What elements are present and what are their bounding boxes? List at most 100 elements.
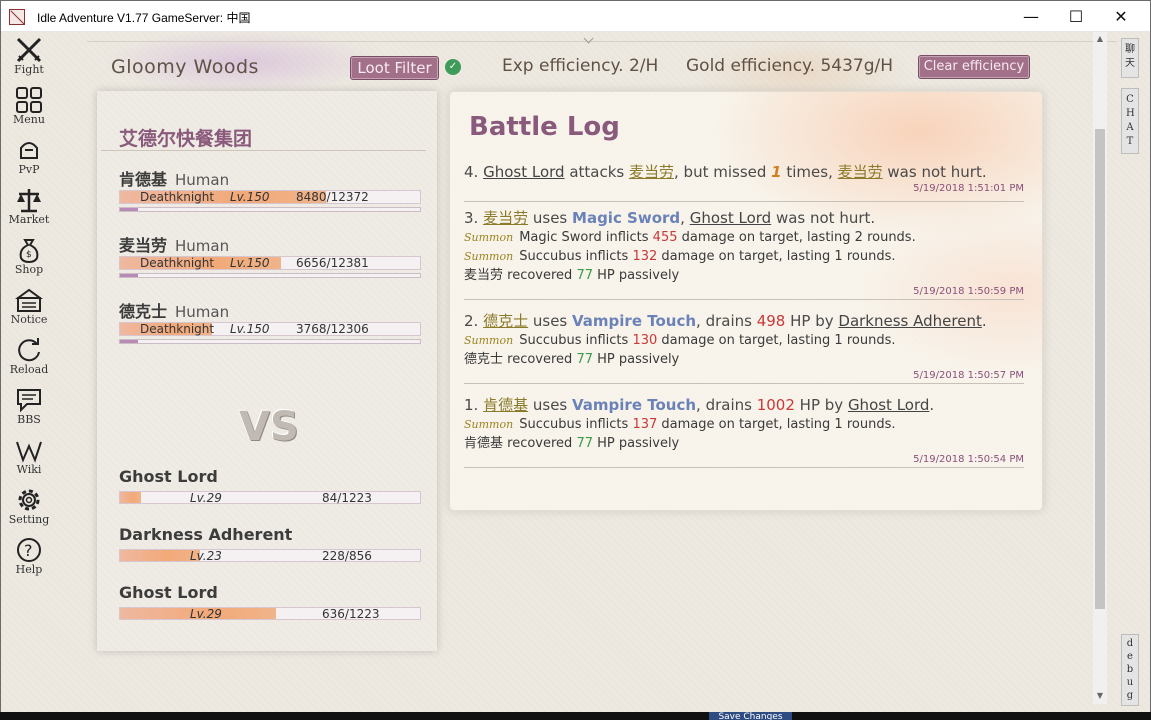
log-summon: Summon Succubus inflicts 137 damage on ta… (464, 417, 896, 432)
log-summon: Summon Succubus inflicts 130 damage on ta… (464, 333, 896, 348)
wiki-icon (16, 441, 42, 463)
unit-link[interactable]: 麦当劳 (629, 163, 674, 181)
app-icon (9, 9, 25, 25)
log-action: 4. Ghost Lord attacks 麦当劳, but missed 1 … (464, 163, 987, 181)
nav-wiki[interactable]: Wiki (5, 434, 53, 484)
svg-text:$: $ (26, 250, 32, 260)
enemy-hp-bar: Lv.29 636/1223 (119, 607, 421, 621)
nav-fight[interactable]: Fight (5, 34, 53, 84)
hp-text: 8480/12372 (296, 190, 369, 204)
help-icon: ? (17, 538, 41, 562)
log-recover: 肯德基 recovered 77 HP passively (464, 436, 680, 451)
log-entry: 1. 肯德基 uses Vampire Touch, drains 1002 H… (464, 395, 1024, 468)
log-summon: Summon Succubus inflicts 132 damage on ta… (464, 249, 896, 264)
enemy-level: Lv.29 (190, 607, 222, 621)
log-timestamp: 5/19/2018 1:51:01 PM (913, 183, 1024, 194)
member-level: Lv.150 (230, 190, 270, 204)
nav-help[interactable]: ? Help (5, 534, 53, 584)
enemy-name: Darkness Adherent (119, 525, 293, 544)
unit-link[interactable]: 麦当劳 (838, 163, 883, 181)
svg-text:?: ? (24, 541, 33, 560)
unit-link[interactable]: 麦当劳 (483, 209, 528, 227)
close-button[interactable]: ✕ (1098, 1, 1144, 32)
nav-label: Market (8, 213, 50, 226)
enemy-name: Ghost Lord (119, 583, 218, 602)
window-title: Idle Adventure V1.77 GameServer: 中国 (37, 11, 251, 25)
enemy-hp-text: 228/856 (322, 549, 372, 563)
enemy-level: Lv.29 (190, 491, 222, 505)
nav-notice[interactable]: Notice (5, 284, 53, 334)
nav-reload[interactable]: Reload (5, 334, 53, 384)
debug-tab[interactable]: debug (1121, 634, 1139, 706)
vertical-scrollbar[interactable]: ▲ ▼ (1093, 32, 1107, 704)
scroll-thumb[interactable] (1095, 129, 1105, 609)
enemy-unit: Ghost Lord Lv.29 636/1223 (119, 583, 424, 621)
helmet-icon (20, 142, 38, 159)
check-icon: ✓ (445, 59, 461, 75)
log-action: 3. 麦当劳 uses Magic Sword, Ghost Lord was … (464, 209, 876, 227)
member-race: Human (175, 303, 230, 321)
battle-panel: 艾德尔快餐集团 肯德基 Human Deathknight Lv.150 8480… (97, 91, 437, 651)
unit-link[interactable]: Ghost Lord (848, 396, 929, 414)
nav-menu[interactable]: Menu (5, 84, 53, 134)
nav-label: Fight (14, 63, 44, 76)
minimize-button[interactable]: — (1008, 1, 1054, 32)
collapse-strip[interactable] (87, 32, 1117, 42)
chat-tab[interactable]: CHAT (1121, 88, 1139, 154)
unit-link[interactable]: Darkness Adherent (838, 312, 981, 330)
chat-bubble-icon (17, 389, 41, 413)
unit-link[interactable]: Ghost Lord (690, 209, 771, 227)
mp-bar (119, 339, 421, 344)
divider (101, 150, 426, 151)
exp-efficiency: Exp efficiency. 2/H (502, 56, 659, 76)
enemy-unit: Darkness Adherent Lv.23 228/856 (119, 525, 424, 563)
mp-fill (120, 274, 138, 277)
loot-filter-button[interactable]: Loot Filter (350, 56, 439, 80)
scroll-up-arrow[interactable]: ▲ (1095, 34, 1105, 43)
sidebar-nav: Fight Menu PvP Market $ Shop Notice Relo… (1, 32, 57, 713)
party-member: 德克士 Human Deathknight Lv.150 3768/12306 (119, 298, 424, 344)
nav-shop[interactable]: $ Shop (5, 234, 53, 284)
member-level: Lv.150 (230, 322, 270, 336)
mp-fill (120, 340, 138, 343)
hp-text: 3768/12306 (296, 322, 369, 336)
nav-market[interactable]: Market (5, 184, 53, 234)
maximize-button[interactable]: ☐ (1053, 1, 1099, 32)
nav-label: BBS (17, 413, 41, 426)
nav-label: Wiki (16, 463, 42, 476)
swords-icon (16, 37, 42, 63)
nav-bbs[interactable]: BBS (5, 384, 53, 434)
unit-link[interactable]: 德克士 (483, 312, 528, 330)
nav-label: Reload (9, 363, 49, 376)
chat-cn-tab[interactable]: 聊天 (1121, 38, 1139, 78)
hp-bar: Deathknight Lv.150 3768/12306 (119, 322, 421, 336)
log-timestamp: 5/19/2018 1:50:54 PM (913, 454, 1024, 465)
chat-label: CHAT (1126, 94, 1135, 147)
nav-pvp[interactable]: PvP (5, 134, 53, 184)
debug-label: debug (1126, 638, 1134, 701)
hp-text: 6656/12381 (296, 256, 369, 270)
chat-cn-label: 聊天 (1125, 44, 1135, 69)
bottom-bar (0, 712, 1151, 720)
nav-setting[interactable]: Setting (5, 484, 53, 534)
notice-icon (15, 288, 43, 312)
party-member: 肯德基 Human Deathknight Lv.150 8480/12372 (119, 166, 424, 212)
scroll-down-arrow[interactable]: ▼ (1095, 691, 1105, 700)
clear-efficiency-button[interactable]: Clear efficiency (918, 55, 1030, 79)
nav-label: Shop (14, 263, 44, 276)
nav-label: Setting (8, 513, 50, 526)
party-name: 艾德尔快餐集团 (119, 128, 253, 150)
member-class: Deathknight (140, 256, 215, 270)
log-entry: 2. 德克士 uses Vampire Touch, drains 498 HP… (464, 311, 1024, 384)
nav-label: PvP (18, 163, 40, 176)
unit-link[interactable]: 肯德基 (483, 396, 528, 414)
hp-bar: Deathknight Lv.150 6656/12381 (119, 256, 421, 270)
enemy-unit: Ghost Lord Lv.29 84/1223 (119, 467, 424, 505)
skill-name: Vampire Touch (572, 396, 697, 414)
gear-icon (18, 489, 40, 511)
log-entry: 3. 麦当劳 uses Magic Sword, Ghost Lord was … (464, 208, 1024, 300)
unit-link[interactable]: Ghost Lord (483, 163, 564, 181)
save-changes-button[interactable]: Save Changes (709, 712, 792, 720)
hp-bar: Deathknight Lv.150 8480/12372 (119, 190, 421, 204)
nav-label: Help (15, 563, 43, 576)
